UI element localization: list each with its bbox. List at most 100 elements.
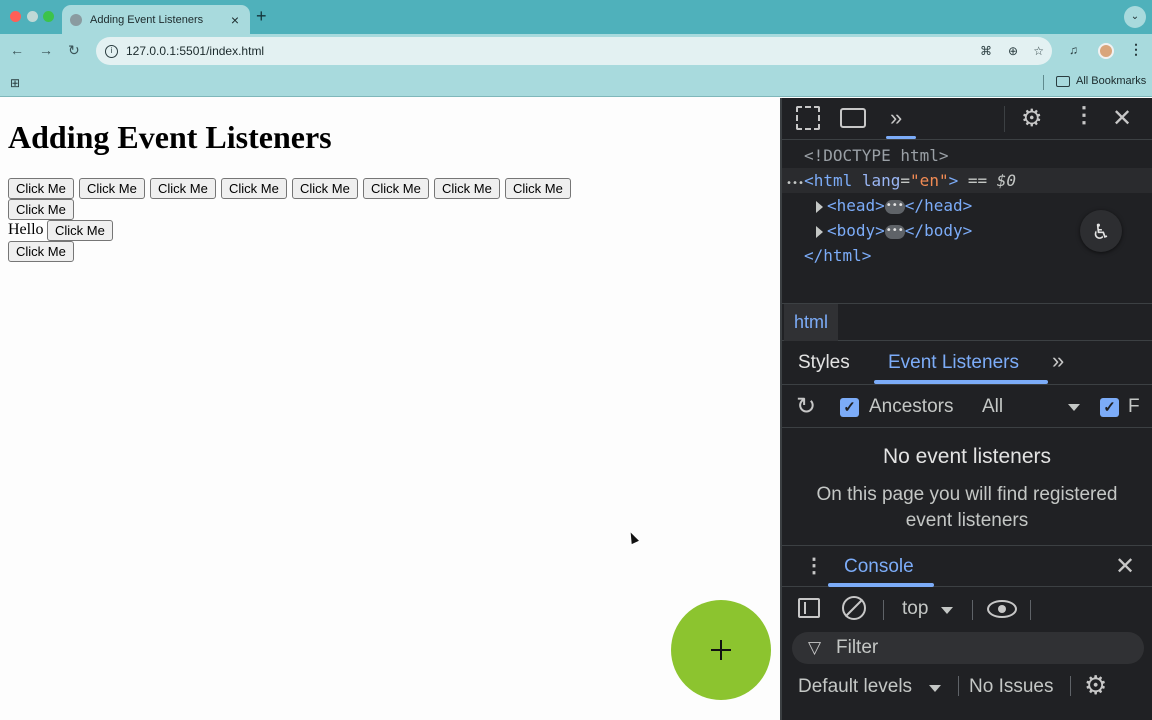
more-panels-chevron-icon[interactable]: » xyxy=(890,105,902,131)
collapsed-ellipsis-badge[interactable]: ••• xyxy=(884,199,905,214)
ancestors-label: Ancestors xyxy=(869,396,954,417)
close-drawer-icon[interactable]: ✕ xyxy=(1115,552,1135,581)
doctype-node[interactable]: <!DOCTYPE html> xyxy=(782,143,1152,168)
floating-add-button[interactable] xyxy=(671,600,771,700)
active-panel-indicator xyxy=(886,136,916,139)
page-viewport: Adding Event Listeners Click Me Click Me… xyxy=(0,98,780,720)
apps-grid-icon[interactable]: ⊞ xyxy=(10,76,20,90)
click-me-button-1[interactable]: Click Me xyxy=(8,178,74,199)
bookmarks-bar: ⊞ All Bookmarks xyxy=(0,68,1152,97)
selected-node-marker: == $0 xyxy=(967,171,1017,190)
click-me-button-10[interactable]: Click Me xyxy=(47,220,113,241)
settings-gear-icon[interactable]: ⚙ xyxy=(1021,104,1043,133)
translate-icon[interactable]: ⌘ xyxy=(980,44,992,58)
body-open-tag: <body> xyxy=(827,221,885,240)
tab-styles[interactable]: Styles xyxy=(798,352,850,374)
click-me-button-9[interactable]: Click Me xyxy=(8,199,74,220)
click-me-button-7[interactable]: Click Me xyxy=(434,178,500,199)
log-levels-select[interactable]: Default levels xyxy=(798,676,912,698)
folder-icon xyxy=(1056,76,1070,87)
toolbar-separator xyxy=(972,600,973,620)
html-node-selected[interactable]: •••<html lang="en"> == $0 xyxy=(782,168,1152,193)
expand-triangle-icon[interactable] xyxy=(816,200,823,213)
tab-close-icon[interactable]: × xyxy=(228,12,242,28)
media-controls-icon[interactable]: ♫ xyxy=(1069,43,1078,57)
mouse-cursor-icon xyxy=(627,530,639,545)
page-heading: Adding Event Listeners xyxy=(8,119,332,155)
profile-avatar[interactable] xyxy=(1098,43,1114,59)
drawer-menu-icon[interactable]: ⋮ xyxy=(804,553,824,578)
ancestors-checkbox[interactable]: ✓ xyxy=(840,398,859,417)
live-expression-eye-icon[interactable] xyxy=(987,600,1017,618)
listener-filter-select[interactable]: All xyxy=(982,396,1003,418)
toolbar-separator xyxy=(1070,676,1071,696)
console-settings-gear-icon[interactable]: ⚙ xyxy=(1084,670,1107,701)
device-toolbar-icon[interactable] xyxy=(840,108,866,128)
console-filter-box: ▽ xyxy=(792,632,1144,664)
maximize-window-button[interactable] xyxy=(43,11,54,22)
body-close-tag: </body> xyxy=(904,221,973,240)
breadcrumb-html[interactable]: html xyxy=(784,304,839,341)
click-me-button-4[interactable]: Click Me xyxy=(221,178,287,199)
breadcrumb: html xyxy=(782,303,1152,341)
click-me-button-6[interactable]: Click Me xyxy=(363,178,429,199)
click-me-button-3[interactable]: Click Me xyxy=(150,178,216,199)
close-window-button[interactable] xyxy=(10,11,21,22)
tab-console[interactable]: Console xyxy=(844,556,914,578)
console-toolbar: top xyxy=(782,588,1152,630)
tab-event-listeners[interactable]: Event Listeners xyxy=(888,352,1019,374)
framework-listeners-checkbox[interactable]: ✓ xyxy=(1100,398,1119,417)
accessibility-tree-icon[interactable]: ♿ xyxy=(1080,210,1122,252)
new-tab-button[interactable]: + xyxy=(256,6,267,27)
tab-search-button[interactable]: ⌄ xyxy=(1124,6,1146,28)
console-tab-indicator xyxy=(828,583,934,587)
browser-tab-active[interactable]: Adding Event Listeners × xyxy=(62,5,250,34)
close-devtools-icon[interactable]: ✕ xyxy=(1112,104,1132,133)
head-close-tag: </head> xyxy=(904,196,973,215)
console-sidebar-icon[interactable] xyxy=(798,598,820,618)
event-listeners-toolbar: ↻ ✓ Ancestors All ✓ F xyxy=(782,386,1152,428)
clear-console-icon[interactable] xyxy=(842,596,866,620)
context-select[interactable]: top xyxy=(902,598,928,620)
elements-tree: <!DOCTYPE html> •••<html lang="en"> == $… xyxy=(782,141,1152,303)
toolbar-separator xyxy=(1030,600,1031,620)
browser-menu-icon[interactable]: ⋮ xyxy=(1129,41,1143,58)
inspect-element-icon[interactable] xyxy=(796,106,820,130)
address-bar[interactable]: i 127.0.0.1:5501/index.html ⌘ ⊕ ☆ xyxy=(96,37,1052,65)
more-tabs-chevron-icon[interactable]: » xyxy=(1052,348,1064,374)
toolbar-separator xyxy=(883,600,884,620)
html-close-tag: </html> xyxy=(804,246,872,265)
context-caret-icon[interactable] xyxy=(941,607,953,614)
collapsed-ellipsis-badge[interactable]: ••• xyxy=(884,224,905,239)
click-me-button-5[interactable]: Click Me xyxy=(292,178,358,199)
expand-triangle-icon[interactable] xyxy=(816,225,823,238)
tab-title: Adding Event Listeners xyxy=(90,13,204,26)
bookmarks-separator xyxy=(1043,75,1044,90)
click-me-button-8[interactable]: Click Me xyxy=(505,178,571,199)
globe-icon xyxy=(70,13,82,26)
all-bookmarks-link[interactable]: All Bookmarks xyxy=(1076,75,1146,87)
minimize-window-button[interactable] xyxy=(27,11,38,22)
html-open-tag-end: > xyxy=(948,171,959,190)
click-me-button-2[interactable]: Click Me xyxy=(79,178,145,199)
url-text[interactable]: 127.0.0.1:5501/index.html xyxy=(126,44,264,58)
click-me-button-11[interactable]: Click Me xyxy=(8,241,74,262)
console-filter-input[interactable] xyxy=(836,634,1126,662)
issues-counter[interactable]: No Issues xyxy=(969,676,1053,698)
lang-attribute: lang xyxy=(861,171,901,190)
filter-funnel-icon: ▽ xyxy=(808,638,822,657)
node-ellipsis-marker: ••• xyxy=(786,178,805,189)
back-arrow-icon[interactable]: ← xyxy=(10,42,24,58)
site-info-icon[interactable]: i xyxy=(105,44,118,58)
dropdown-caret-icon[interactable] xyxy=(1068,404,1080,411)
browser-toolbar: ← → ↻ i 127.0.0.1:5501/index.html ⌘ ⊕ ☆ … xyxy=(0,34,1152,68)
levels-caret-icon[interactable] xyxy=(929,685,941,692)
bookmark-star-icon[interactable]: ☆ xyxy=(1033,44,1044,58)
customize-menu-icon[interactable]: ⋮ xyxy=(1073,102,1095,128)
forward-arrow-icon[interactable]: → xyxy=(39,42,53,58)
lang-value: "en" xyxy=(910,171,949,190)
reload-icon[interactable]: ↻ xyxy=(68,42,80,59)
zoom-icon[interactable]: ⊕ xyxy=(1008,44,1018,58)
plus-icon-vertical xyxy=(720,640,722,660)
refresh-icon[interactable]: ↻ xyxy=(796,392,816,421)
